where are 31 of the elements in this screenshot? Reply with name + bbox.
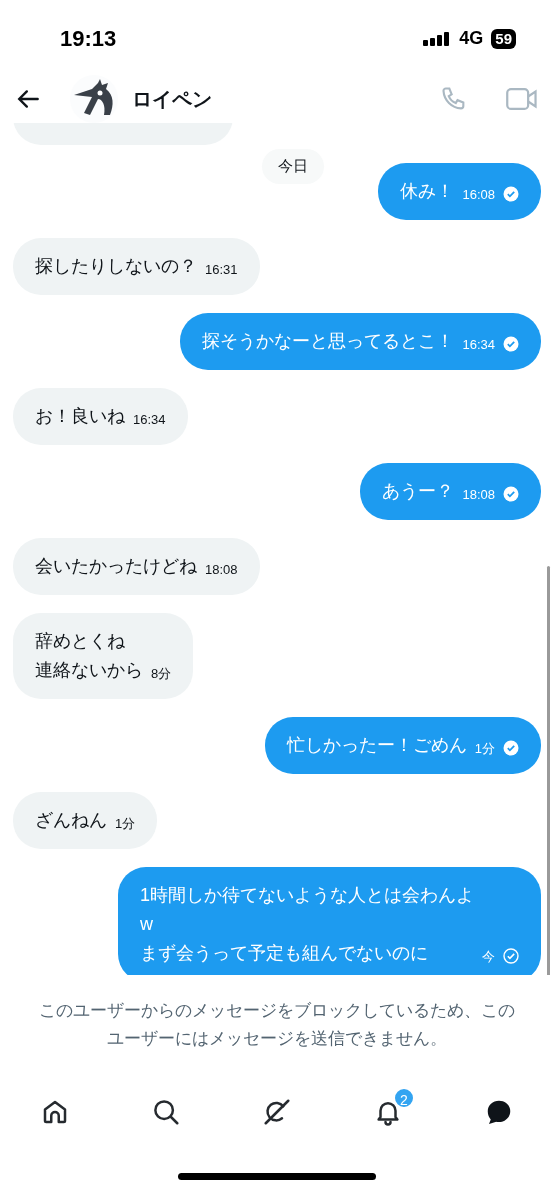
status-time: 19:13	[60, 25, 117, 53]
message-text: 探したりしないの？	[35, 255, 197, 278]
message-time: 18:08	[462, 485, 495, 504]
message-time: 16:31	[205, 260, 238, 279]
blocked-notice: このユーザーからのメッセージをブロックしているため、このユーザーにはメッセージを送信できません。	[38, 1000, 516, 1050]
message-text: 忙しかったー！ごめん	[286, 734, 467, 757]
message-time: 16:34	[462, 335, 495, 354]
slashed-circle-icon	[262, 1097, 292, 1127]
message-time: 1分	[115, 814, 136, 833]
signal-icon	[423, 30, 452, 47]
message-time: 18:08	[205, 560, 238, 579]
nav-tab[interactable]: 2	[361, 1085, 415, 1139]
message-time: 8分	[151, 664, 172, 683]
message-text: 辞めとくね 連絡ないから	[35, 630, 143, 682]
message-text: 探そうかなーと思ってるとこ！	[202, 330, 455, 353]
message-time: 16:34	[133, 410, 166, 429]
message-time: 1分	[474, 739, 495, 758]
message-text: 1時間しか待てないような人とは会わんよ w まず会うって予定も組んでないのに	[140, 884, 474, 965]
message-time: 16:08	[462, 185, 495, 204]
date-separator: 今日	[262, 149, 325, 184]
battery-indicator: 59	[491, 28, 516, 49]
message-text: お！良いね	[35, 405, 125, 428]
contact-name: ロイペン	[132, 87, 212, 112]
search-icon	[151, 1097, 181, 1127]
message-text: ざんねん	[35, 809, 107, 832]
network-label: 4G	[459, 27, 484, 50]
message-text: 休み！	[400, 180, 455, 203]
notification-badge: 2	[393, 1087, 415, 1109]
message-time: 今	[482, 947, 495, 966]
message-text: 会いたかったけどね	[35, 555, 197, 578]
message-text: あうー？	[382, 480, 455, 503]
